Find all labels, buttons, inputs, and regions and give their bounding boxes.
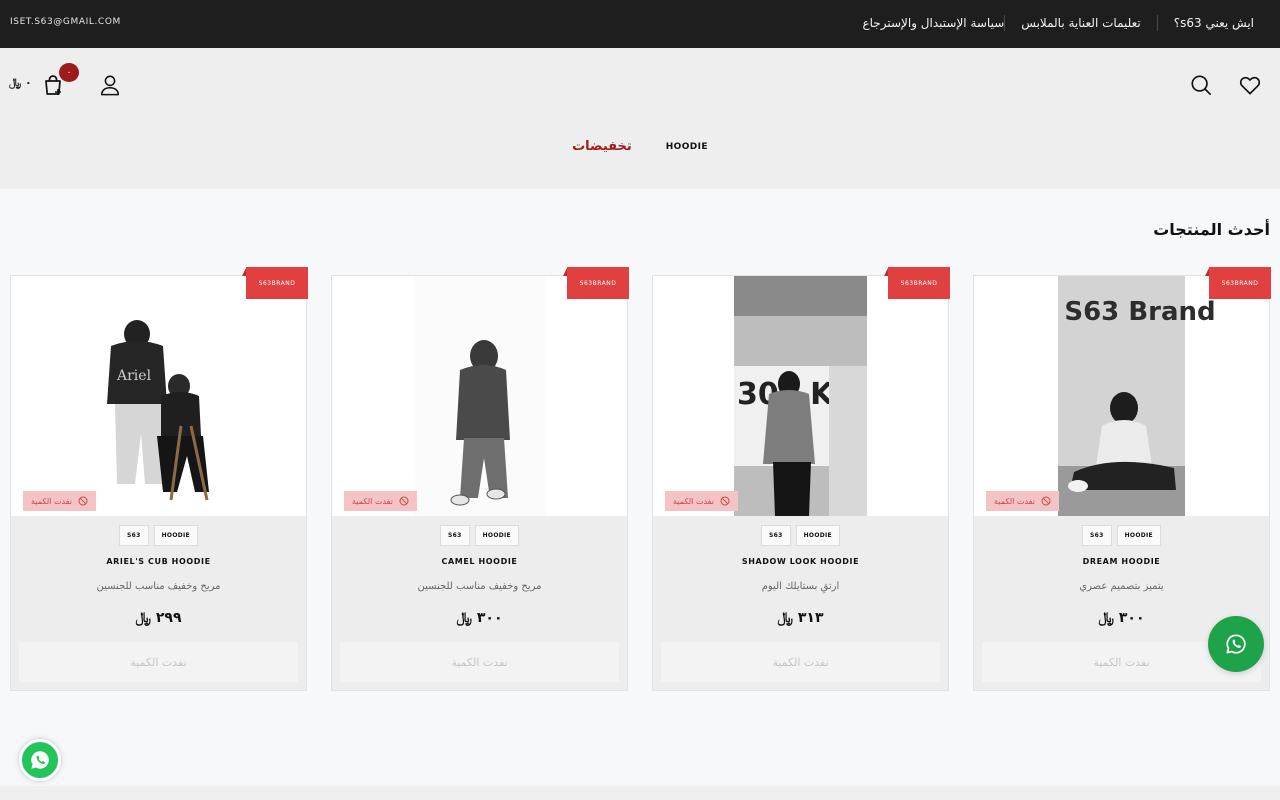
product-card[interactable]: Ariel S63BRAND نفدت الكمية S63 HOODIE AR… (10, 267, 308, 691)
product-photo: 303 KG (734, 276, 867, 516)
brand-ribbon: S63BRAND (567, 267, 629, 299)
ban-icon (78, 496, 88, 506)
out-of-stock-badge: نفدت الكمية (344, 491, 417, 511)
whatsapp-icon (1226, 634, 1246, 654)
whatsapp-chat-button[interactable] (1208, 616, 1264, 672)
product-image[interactable] (332, 276, 627, 516)
wishlist-button[interactable] (1238, 74, 1262, 96)
contact-email[interactable]: ISET.S63@GMAIL.COM (10, 17, 121, 27)
link-care-instructions[interactable]: تعليمات العناية بالملابس (1005, 16, 1156, 30)
product-image[interactable]: Ariel (11, 276, 306, 516)
product-price: ٢٩٩ ﷼ (135, 610, 182, 626)
out-of-stock-label: نفدت الكمية (994, 496, 1035, 506)
product-image[interactable]: S63 Brand (974, 276, 1269, 516)
search-button[interactable] (1189, 73, 1213, 97)
brand-ribbon: S63BRAND (888, 267, 950, 299)
nav-item-hoodie[interactable]: HOODIE (666, 142, 708, 154)
product-photo: S63 Brand (1058, 276, 1216, 516)
out-of-stock-button[interactable]: نفدت الكمية (19, 642, 298, 682)
out-of-stock-button[interactable]: نفدت الكمية (340, 642, 619, 682)
product-image-logo: S63 Brand (1064, 297, 1215, 327)
product-description: ارتقِ بستايلك اليوم (761, 581, 840, 592)
divider (1004, 15, 1006, 31)
product-photo: Ariel (107, 320, 209, 501)
cart-count-badge: ٠ (59, 63, 79, 82)
product-tags: S63 HOODIE (974, 525, 1269, 546)
ban-icon (720, 496, 730, 506)
nav-item-sale[interactable]: تخفيضات (572, 139, 632, 154)
section-title: أحدث المنتجات (1153, 220, 1270, 239)
tag-s63[interactable]: S63 (440, 525, 470, 546)
link-what-is-s63[interactable]: ايش يعني s63؟ (1158, 16, 1270, 30)
product-price: ٣١٣ ﷼ (777, 610, 824, 626)
brand-ribbon: S63BRAND (246, 267, 308, 299)
product-image[interactable]: 303 KG (653, 276, 948, 516)
product-card[interactable]: S63BRAND نفدت الكمية S63 HOODIE CAMEL HO… (331, 267, 629, 691)
out-of-stock-button[interactable]: نفدت الكمية (661, 642, 940, 682)
tag-hoodie[interactable]: HOODIE (1116, 525, 1161, 546)
ban-icon (1041, 496, 1051, 506)
top-bar: ISET.S63@GMAIL.COM سياسة الإستبدال والإس… (0, 0, 1280, 48)
out-of-stock-badge: نفدت الكمية (23, 491, 96, 511)
out-of-stock-label: نفدت الكمية (673, 496, 714, 506)
tag-s63[interactable]: S63 (119, 525, 149, 546)
product-tags: S63 HOODIE (332, 525, 627, 546)
brand-ribbon: S63BRAND (1209, 267, 1271, 299)
whatsapp-float-button[interactable] (19, 739, 61, 781)
tag-s63[interactable]: S63 (761, 525, 791, 546)
product-title[interactable]: CAMEL HOODIE (332, 557, 627, 566)
tag-hoodie[interactable]: HOODIE (474, 525, 519, 546)
tag-hoodie[interactable]: HOODIE (153, 525, 198, 546)
whatsapp-icon (31, 751, 49, 769)
product-title[interactable]: SHADOW LOOK HOODIE (653, 557, 948, 566)
product-tags: S63 HOODIE (653, 525, 948, 546)
divider (1156, 15, 1158, 31)
out-of-stock-label: نفدت الكمية (31, 496, 72, 506)
site-header (0, 48, 1280, 189)
link-exchange-policy[interactable]: سياسة الإستبدال والإسترجاع (846, 16, 1004, 30)
product-description: مريح وخفيف مناسب للجنسين (417, 581, 542, 592)
ban-icon (399, 496, 409, 506)
product-tags: S63 HOODIE (11, 525, 306, 546)
out-of-stock-label: نفدت الكمية (352, 496, 393, 506)
out-of-stock-badge: نفدت الكمية (665, 491, 738, 511)
out-of-stock-badge: نفدت الكمية (986, 491, 1059, 511)
product-image-print: Ariel (116, 368, 152, 384)
product-photo (414, 276, 546, 516)
search-icon (1191, 75, 1211, 95)
user-icon (100, 75, 120, 96)
product-price: ٣٠٠ ﷼ (456, 610, 503, 626)
product-card[interactable]: 303 KG S63BRAND نفدت الكمية S63 HOODIE S… (652, 267, 950, 691)
product-description: يتميز بتصميم عصري (1079, 581, 1164, 592)
main-nav: تخفيضات HOODIE (0, 139, 1280, 154)
top-links: سياسة الإستبدال والإسترجاع تعليمات العنا… (846, 15, 1270, 31)
tag-s63[interactable]: S63 (1082, 525, 1112, 546)
product-title[interactable]: ARIEL'S CUB HOODIE (11, 557, 306, 566)
product-description: مريح وخفيف مناسب للجنسين (96, 581, 221, 592)
tag-hoodie[interactable]: HOODIE (795, 525, 840, 546)
heart-icon (1239, 76, 1261, 95)
cart-total: ٠ ﷼ (9, 76, 32, 89)
account-button[interactable] (98, 73, 122, 97)
product-title[interactable]: DREAM HOODIE (974, 557, 1269, 566)
footer-edge (0, 786, 1280, 800)
